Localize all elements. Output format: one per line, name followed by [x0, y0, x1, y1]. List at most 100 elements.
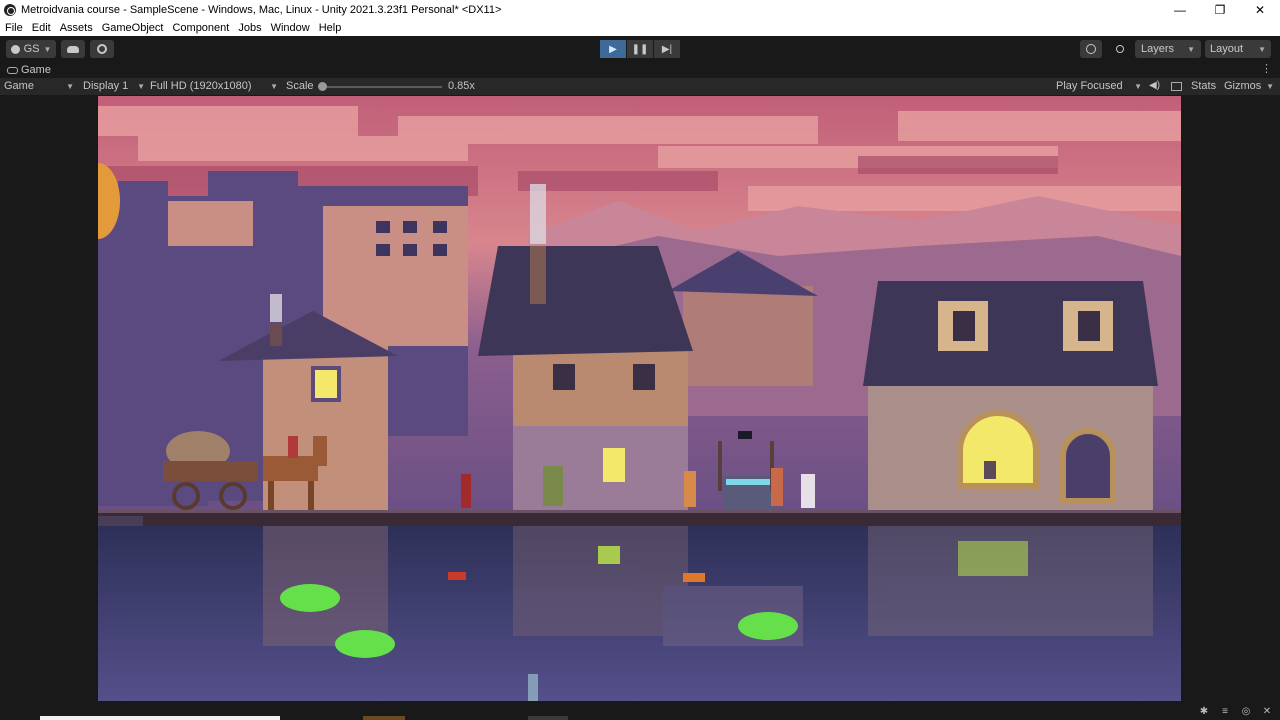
smoke-left — [270, 294, 282, 322]
lily-pad — [335, 630, 395, 658]
resolution-label: Full HD (1920x1080) — [150, 80, 252, 92]
bug-icon[interactable]: ✱ — [1198, 706, 1210, 718]
boardwalk-edge — [98, 510, 1181, 513]
scale-value: 0.85x — [448, 80, 475, 92]
arched-window-lit — [957, 410, 1039, 489]
nav-mesh-icon[interactable]: ✕ — [1261, 706, 1273, 718]
menu-file[interactable]: File — [5, 22, 23, 34]
maximize-button[interactable]: ❐ — [1200, 0, 1240, 20]
house-middle-lower — [513, 426, 688, 511]
layers-stack-icon[interactable]: ≡ — [1219, 706, 1231, 718]
chevron-down-icon: ▼ — [1258, 44, 1266, 54]
npc — [461, 474, 471, 508]
reflection-arched-window — [958, 541, 1028, 576]
dormer-window — [1078, 311, 1100, 341]
account-dropdown[interactable]: GS ▼ — [6, 40, 56, 58]
lily-pad — [738, 612, 798, 640]
window-titlebar: Metroidvania course - SampleScene - Wind… — [0, 0, 1280, 20]
game-render[interactable] — [98, 96, 1181, 701]
menu-help[interactable]: Help — [319, 22, 342, 34]
layout-dropdown[interactable]: Layout ▼ — [1205, 40, 1271, 58]
video-progress-marker — [363, 716, 405, 720]
tab-game[interactable]: Game — [0, 64, 51, 76]
smoke-middle — [530, 184, 546, 244]
well-water — [726, 479, 770, 485]
display-label: Display 1 — [83, 80, 129, 92]
search-button[interactable] — [1109, 40, 1131, 58]
house-right-roof — [863, 281, 1158, 386]
horse-head — [313, 436, 327, 466]
step-button[interactable]: ▶| — [654, 40, 680, 58]
npc — [543, 466, 563, 506]
spinner-icon[interactable]: ◎ — [1240, 706, 1252, 718]
menu-window[interactable]: Window — [271, 22, 310, 34]
unity-logo-icon — [4, 4, 16, 16]
dormer-window — [953, 311, 975, 341]
history-icon — [1086, 44, 1096, 54]
game-scene — [98, 96, 1181, 701]
layout-label: Layout — [1210, 43, 1244, 55]
pause-button[interactable]: ❚❚ — [627, 40, 653, 58]
play-button[interactable]: ▶ — [600, 40, 626, 58]
cloud-button[interactable] — [61, 40, 85, 58]
minimize-button[interactable]: — — [1160, 0, 1200, 20]
close-button[interactable]: ✕ — [1240, 0, 1280, 20]
house-middle-window — [553, 364, 575, 390]
video-progress-buffered — [528, 716, 568, 720]
game-view-toolbar: Game ▼ Display 1 ▼ Full HD (1920x1080) ▼… — [0, 78, 1280, 95]
layers-label: Layers — [1141, 43, 1175, 55]
house-left-chimney — [270, 324, 282, 346]
reflection-window-lit — [598, 546, 620, 564]
rider — [288, 436, 298, 458]
scale-slider-track[interactable] — [322, 86, 442, 88]
arched-door — [1060, 428, 1116, 504]
gizmos-dropdown[interactable]: Gizmos ▼ — [1224, 80, 1274, 92]
menu-jobs[interactable]: Jobs — [238, 22, 261, 34]
house-middle-window — [633, 364, 655, 390]
menu-edit[interactable]: Edit — [32, 22, 51, 34]
lily-pad — [280, 584, 340, 612]
horse-leg — [308, 481, 314, 511]
window-controls: — ❐ ✕ — [1160, 0, 1280, 20]
npc — [684, 471, 696, 507]
resolution-dropdown[interactable]: Full HD (1920x1080) ▼ — [150, 80, 278, 92]
chevron-down-icon: ▼ — [270, 81, 278, 91]
chevron-down-icon: ▼ — [43, 44, 52, 54]
menu-assets[interactable]: Assets — [60, 22, 93, 34]
account-label: GS — [23, 43, 40, 55]
stats-button[interactable]: Stats — [1191, 80, 1216, 92]
more-options-icon[interactable]: ⋮ — [1261, 62, 1272, 75]
fish — [683, 573, 705, 582]
scale-label: Scale — [286, 80, 314, 92]
person-icon — [10, 44, 20, 54]
fish — [448, 572, 466, 580]
scale-slider-handle[interactable] — [318, 82, 327, 91]
layers-dropdown[interactable]: Layers ▼ — [1135, 40, 1201, 58]
search-icon — [1116, 45, 1124, 53]
pause-icon: ❚❚ — [631, 43, 649, 55]
play-mode-dropdown[interactable]: Play Focused ▼ — [1056, 80, 1142, 92]
gizmos-label: Gizmos — [1224, 80, 1262, 92]
house-middle-chimney — [530, 246, 546, 304]
collab-button[interactable] — [90, 40, 114, 58]
display-dropdown[interactable]: Display 1 ▼ — [83, 80, 145, 92]
game-tab-strip: Game ⋮ — [0, 62, 1280, 78]
far-house — [683, 286, 813, 386]
well-post — [718, 441, 722, 491]
reflection-pale — [528, 674, 538, 701]
chevron-down-icon: ▼ — [137, 81, 145, 91]
step-icon: ▶| — [661, 43, 673, 55]
speaker-icon[interactable]: ◀) — [1149, 80, 1160, 91]
video-progress-played — [40, 716, 280, 720]
npc-window — [984, 461, 996, 479]
play-mode-label: Play Focused — [1056, 80, 1123, 92]
tab-game-label: Game — [21, 64, 51, 76]
history-button[interactable] — [1080, 40, 1102, 58]
menu-component[interactable]: Component — [172, 22, 229, 34]
view-mode-dropdown[interactable]: Game ▼ — [4, 80, 74, 92]
chevron-down-icon: ▼ — [1266, 81, 1274, 91]
horse — [263, 456, 318, 481]
stats-icon[interactable] — [1171, 82, 1182, 91]
npc — [801, 474, 815, 508]
menu-gameobject[interactable]: GameObject — [102, 22, 164, 34]
